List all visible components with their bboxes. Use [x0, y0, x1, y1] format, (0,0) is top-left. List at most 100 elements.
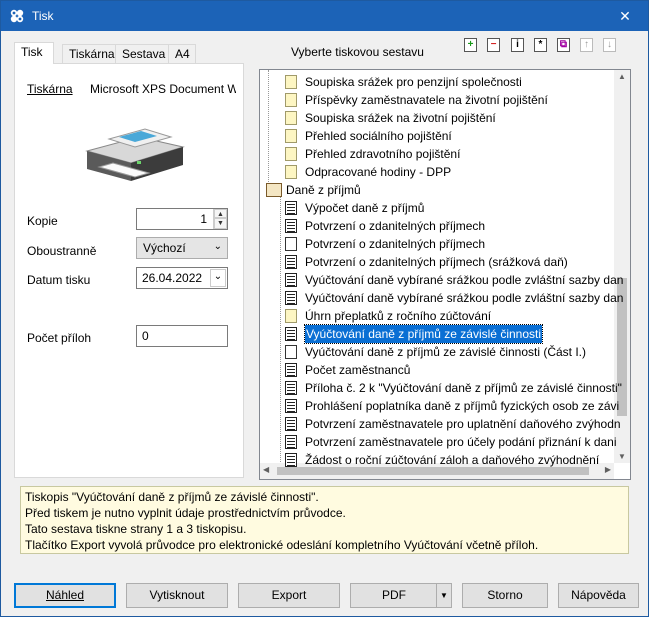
scroll-down-icon[interactable]: ▼ — [614, 452, 630, 461]
duplex-select[interactable]: Výchozí ⌄ — [136, 237, 228, 259]
tree-item-label: Vyúčtování daně vybírané srážkou podle z… — [305, 273, 624, 287]
date-value: 26.04.2022 — [142, 271, 203, 285]
copies-value: 1 — [200, 212, 207, 226]
copies-label: Kopie — [27, 214, 58, 228]
folder-icon — [285, 75, 297, 89]
calendar-dropdown-icon[interactable]: ⌄ — [210, 269, 226, 287]
export-button[interactable]: Export — [238, 583, 340, 608]
tab-sestava[interactable]: Sestava — [115, 44, 169, 63]
document-icon — [285, 363, 297, 377]
tree-item-label: Potvrzení zaměstnavatele pro účely podán… — [305, 435, 617, 449]
info-line: Před tiskem je nutno vyplnit údaje prost… — [25, 506, 346, 520]
info-line: Tiskopis "Vyúčtování daně z příjmů ze zá… — [25, 490, 319, 504]
pdf-button-label: PDF — [382, 588, 406, 602]
duplex-label: Oboustranně — [27, 244, 97, 258]
tree-item-label: Příloha č. 2 k "Vyúčtování daně z příjmů… — [305, 381, 622, 395]
scroll-up-icon[interactable]: ▲ — [614, 72, 630, 81]
help-button[interactable]: Nápověda — [558, 583, 639, 608]
document-icon — [285, 255, 297, 269]
document-icon — [285, 435, 297, 449]
document-icon — [285, 219, 297, 233]
print-tab-panel: Tiskárna Microsoft XPS Document W Kopie … — [14, 63, 244, 478]
down-icon[interactable]: ↓ — [603, 38, 616, 52]
document-icon — [285, 327, 297, 341]
tree-item-label: Prohlášení poplatníka daně z příjmů fyzi… — [305, 399, 620, 413]
spin-up-icon[interactable]: ▲ — [214, 209, 227, 218]
folder-icon — [285, 93, 297, 107]
tree-item-label: Žádost o roční zúčtování záloh a daňovéh… — [305, 453, 600, 467]
pdf-dropdown-icon[interactable]: ▼ — [436, 584, 451, 607]
tree-item-label: Přehled sociálního pojištění — [305, 129, 452, 143]
add-icon[interactable]: + — [464, 38, 477, 52]
printer-name: Microsoft XPS Document W — [90, 82, 236, 96]
close-icon[interactable]: ✕ — [602, 1, 648, 31]
document-icon — [285, 345, 297, 359]
document-icon — [285, 381, 297, 395]
document-icon — [285, 453, 297, 467]
tree-item-label: Příspěvky zaměstnavatele na životní poji… — [305, 93, 548, 107]
report-header: Vyberte tiskovou sestavu — [291, 45, 424, 59]
folder-icon — [285, 129, 297, 143]
remove-icon[interactable]: − — [487, 38, 500, 52]
print-button[interactable]: Vytisknout — [126, 583, 228, 608]
printer-link[interactable]: Tiskárna — [27, 82, 73, 96]
document-icon — [285, 273, 297, 287]
tree-item-label: Soupiska srážek na životní pojištění — [305, 111, 496, 125]
copies-spin[interactable]: ▲ ▼ — [213, 209, 227, 229]
tab-tiskarna[interactable]: Tiskárna — [62, 44, 116, 63]
tree-item-label: Přehled zdravotního pojištění — [305, 147, 461, 161]
tree-line — [280, 196, 281, 466]
printer-icon — [85, 128, 185, 181]
tree-item-label: Vyúčtování daně z příjmů ze závislé činn… — [303, 324, 544, 344]
tab-a4[interactable]: A4 — [168, 44, 196, 63]
tree-item-label: Potvrzení o zdanitelných příjmech — [305, 237, 486, 251]
print-dialog: Tisk ✕ Tisk Tiskárna Sestava A4 Tiskárna… — [0, 0, 649, 617]
document-icon — [285, 291, 297, 305]
document-icon — [285, 201, 297, 215]
tree-item-label: Daně z příjmů — [286, 183, 361, 197]
document-icon — [285, 417, 297, 431]
app-icon — [10, 9, 24, 23]
date-label: Datum tisku — [27, 273, 91, 287]
tree-item-label: Potvrzení zaměstnavatele pro uplatnění d… — [305, 417, 621, 431]
pdf-button[interactable]: PDF ▼ — [350, 583, 452, 608]
tree-item-label: Výpočet daně z příjmů — [305, 201, 425, 215]
scroll-left-icon[interactable]: ◀ — [263, 465, 269, 474]
preview-button[interactable]: Náhled — [14, 583, 116, 608]
folder-icon — [285, 165, 297, 179]
scroll-right-icon[interactable]: ▶ — [605, 465, 611, 474]
tree-item-label: Potvrzení o zdanitelných příjmech — [305, 219, 486, 233]
cancel-button[interactable]: Storno — [462, 583, 548, 608]
copies-stepper[interactable]: 1 ▲ ▼ — [136, 208, 228, 230]
tree-item-label: Vyúčtování daně z příjmů ze závislé činn… — [305, 345, 587, 359]
preview-button-label: Náhled — [45, 588, 85, 602]
folder-icon — [285, 147, 297, 161]
date-picker[interactable]: 26.04.2022 ⌄ — [136, 267, 228, 289]
info-line: Tato sestava tiskne strany 1 a 3 tiskopi… — [25, 522, 247, 536]
star-icon[interactable]: * — [534, 38, 547, 52]
folder-icon — [285, 111, 297, 125]
copy-icon[interactable]: ⧉ — [557, 38, 570, 52]
report-info-box: Tiskopis "Vyúčtování daně z příjmů ze zá… — [20, 486, 629, 554]
attachments-label: Počet příloh — [27, 331, 92, 345]
folder-icon — [285, 309, 297, 323]
tree-line — [268, 70, 269, 186]
tree-item-label: Počet zaměstnanců — [305, 363, 411, 377]
info-icon[interactable]: i — [511, 38, 524, 52]
tree-item-label: Úhrn přeplatků z ročního zúčtování — [305, 309, 492, 323]
up-icon[interactable]: ↑ — [580, 38, 593, 52]
chevron-down-icon: ⌄ — [213, 241, 222, 252]
tree-item-label: Vyúčtování daně vybírané srážkou podle z… — [305, 291, 624, 305]
title-bar: Tisk ✕ — [1, 1, 648, 31]
spin-down-icon[interactable]: ▼ — [214, 218, 227, 229]
document-icon — [285, 237, 297, 251]
window-title: Tisk — [32, 9, 54, 23]
book-icon — [266, 183, 282, 197]
attachments-value: 0 — [142, 329, 149, 343]
info-line: Tlačítko Export vyvolá průvodce pro elek… — [25, 538, 539, 552]
attachments-field[interactable]: 0 — [136, 325, 228, 347]
tree-item-label: Potvrzení o zdanitelných příjmech (srážk… — [305, 255, 568, 269]
tab-tisk[interactable]: Tisk — [14, 42, 54, 64]
report-tree[interactable]: ▲ ▼ ◀ ▶ Soupiska srážek pro penzijní spo… — [259, 69, 631, 480]
document-icon — [285, 399, 297, 413]
